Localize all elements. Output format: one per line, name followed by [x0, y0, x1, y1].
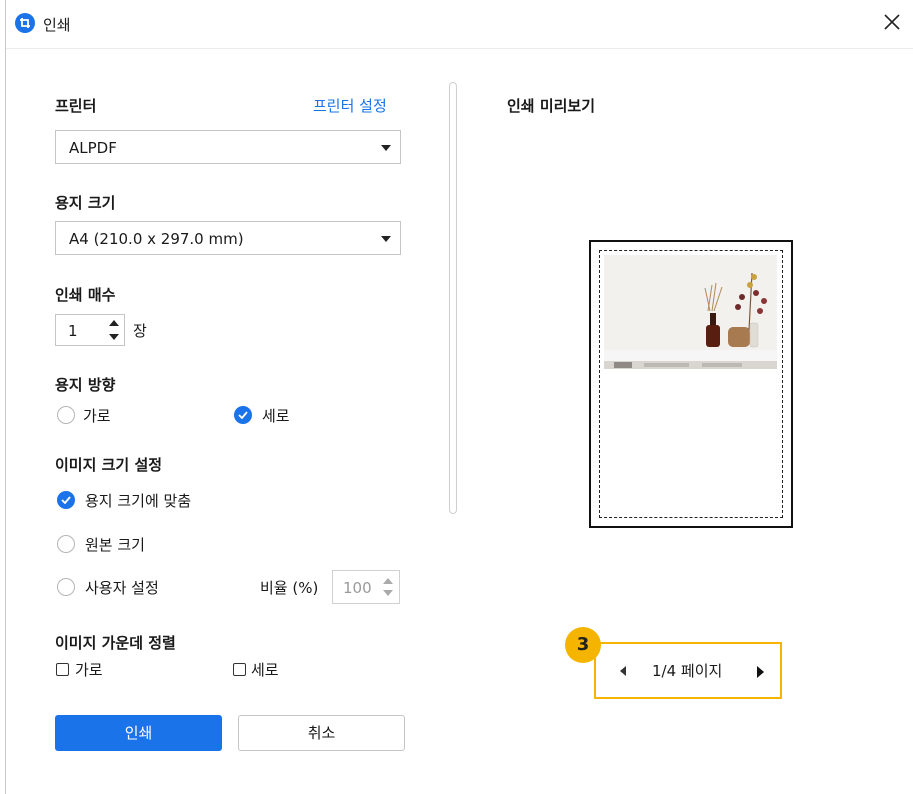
ratio-stepper[interactable]: 100: [332, 570, 400, 604]
copies-label: 인쇄 매수: [55, 286, 116, 304]
printer-select[interactable]: ALPDF: [55, 130, 401, 164]
scrollbar[interactable]: [449, 82, 457, 514]
orientation-portrait-radio[interactable]: [234, 406, 252, 424]
ratio-value: 100: [343, 579, 372, 597]
annotation-badge: 3: [565, 627, 601, 663]
check-icon: [61, 496, 71, 504]
fit-to-paper-label: 용지 크기에 맞춤: [85, 492, 192, 510]
printer-settings-link[interactable]: 프린터 설정: [313, 95, 387, 116]
stepper-up-icon[interactable]: [109, 320, 119, 326]
stepper-down-icon[interactable]: [109, 334, 119, 340]
preview-page: [589, 240, 793, 528]
print-button[interactable]: 인쇄: [55, 715, 222, 751]
copies-value: 1: [68, 322, 78, 340]
orientation-landscape-label: 가로: [83, 407, 111, 425]
paper-size-select-value: A4 (210.0 x 297.0 mm): [69, 230, 244, 248]
center-horizontal-label: 가로: [75, 661, 103, 679]
copies-unit: 장: [133, 322, 147, 340]
paper-size-label: 용지 크기: [55, 194, 116, 212]
preview-image: [604, 255, 777, 385]
ratio-label: 비율 (%): [260, 579, 319, 597]
cancel-button[interactable]: 취소: [238, 715, 405, 751]
title-bar: 인쇄: [6, 0, 913, 49]
app-logo-icon: [15, 13, 35, 33]
dropdown-arrow-icon: [381, 236, 391, 242]
printer-select-value: ALPDF: [69, 139, 117, 157]
next-page-icon[interactable]: [757, 666, 764, 678]
custom-size-label: 사용자 설정: [85, 579, 159, 597]
center-label: 이미지 가운데 정렬: [55, 634, 176, 652]
original-size-label: 원본 크기: [85, 536, 145, 554]
close-icon[interactable]: [880, 10, 904, 34]
prev-page-icon[interactable]: [620, 666, 626, 676]
custom-size-radio[interactable]: [57, 578, 75, 596]
orientation-label: 용지 방향: [55, 376, 116, 394]
check-icon: [238, 411, 248, 419]
center-vertical-checkbox[interactable]: [233, 663, 246, 676]
center-horizontal-checkbox[interactable]: [56, 663, 69, 676]
preview-label: 인쇄 미리보기: [507, 97, 596, 115]
printable-area: [599, 250, 783, 518]
page-indicator: 1/4 페이지: [652, 662, 723, 680]
center-vertical-label: 세로: [251, 661, 279, 679]
fit-to-paper-radio[interactable]: [57, 491, 75, 509]
paper-size-select[interactable]: A4 (210.0 x 297.0 mm): [55, 221, 401, 255]
original-size-radio[interactable]: [57, 535, 75, 553]
orientation-landscape-radio[interactable]: [57, 406, 75, 424]
dropdown-arrow-icon: [381, 145, 391, 151]
copies-stepper[interactable]: 1: [55, 314, 125, 346]
orientation-portrait-label: 세로: [262, 407, 290, 425]
printer-label: 프린터: [55, 97, 97, 115]
stepper-down-icon: [383, 590, 393, 596]
window-title: 인쇄: [43, 16, 71, 34]
image-size-label: 이미지 크기 설정: [55, 456, 163, 474]
stepper-up-icon: [383, 578, 393, 584]
print-dialog: 인쇄 프린터 프린터 설정 ALPDF 용지 크기 A4 (210.0 x 29…: [5, 0, 913, 794]
